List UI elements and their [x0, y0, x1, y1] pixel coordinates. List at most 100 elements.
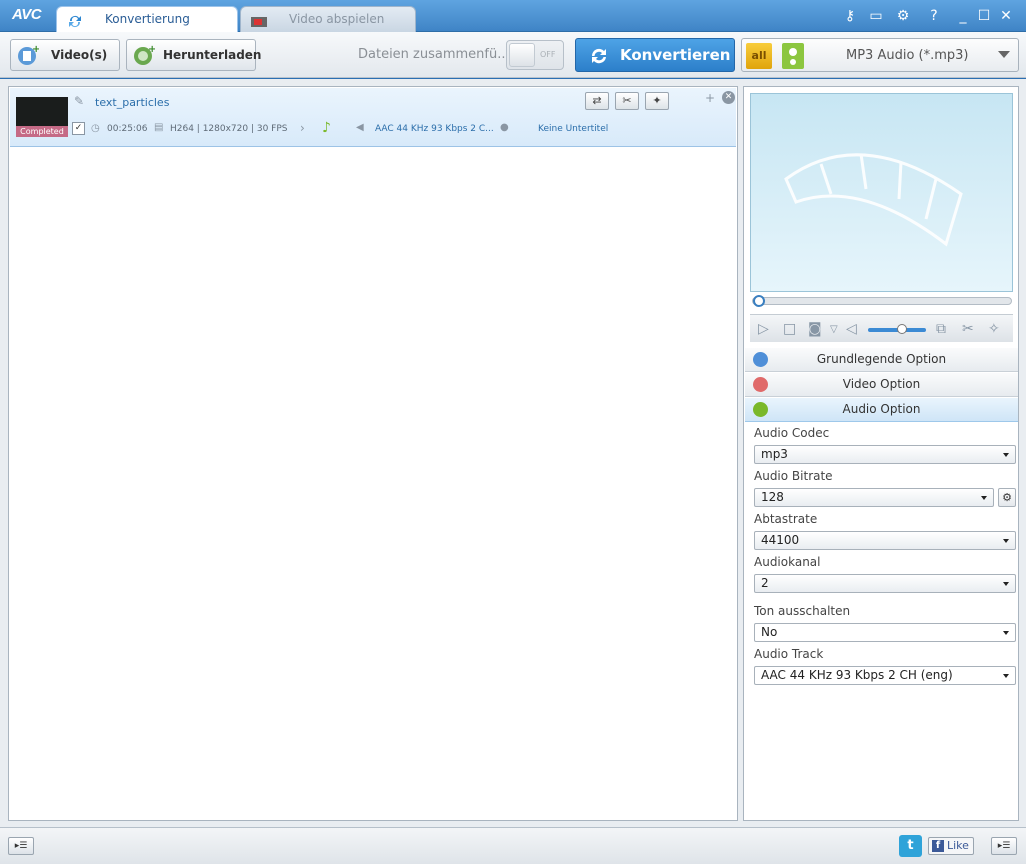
convert-button[interactable]: Konvertieren	[575, 38, 735, 72]
chevron-down-icon	[1003, 582, 1009, 586]
wrench-icon	[753, 352, 768, 367]
tab-label: Video abspielen	[289, 12, 385, 26]
camera-icon[interactable]: ◙	[808, 321, 822, 337]
convert-label: Konvertieren	[620, 46, 731, 64]
like-label: Like	[947, 839, 969, 852]
sample-rate-value: 44100	[761, 533, 800, 547]
audio-bitrate-label: Audio Bitrate	[754, 469, 833, 483]
video-info: H264 | 1280x720 | 30 FPS	[170, 124, 288, 134]
merge-toggle[interactable]: OFF	[506, 40, 564, 70]
film-icon	[753, 377, 768, 392]
audio-option-label: Audio Option	[842, 402, 921, 416]
convert-item-icon[interactable]: ⇄	[585, 92, 609, 110]
convert-tab-icon	[67, 12, 83, 27]
svg-text:+: +	[148, 44, 155, 55]
audio-channel-select[interactable]: 2	[754, 574, 1016, 593]
close-icon[interactable]: ✕	[996, 6, 1016, 26]
toggle-right-panel-icon[interactable]: ▸☰	[991, 837, 1017, 855]
status-bar: ▸☰ t f Like ▸☰	[0, 827, 1026, 864]
audio-codec-label: Audio Codec	[754, 426, 830, 440]
play-icon[interactable]: ▷	[758, 321, 769, 337]
file-name[interactable]: text_particles	[95, 96, 169, 109]
download-label: Herunterladen	[163, 48, 262, 62]
select-checkbox[interactable]: ✓	[72, 122, 85, 135]
chevron-down-icon	[1003, 631, 1009, 635]
remove-item-icon[interactable]: ✕	[722, 91, 735, 104]
audio-codec-select[interactable]: mp3	[754, 445, 1016, 464]
right-panel: ▷ □ ◙ ▽ ◁ ⧉ ✂ ✧ Grundlegende Option Vide…	[743, 86, 1019, 821]
audio-info[interactable]: AAC 44 KHz 93 Kbps 2 C...	[375, 124, 494, 134]
audio-bitrate-value: 128	[761, 490, 784, 504]
mute-select[interactable]: No	[754, 623, 1016, 642]
audio-track-select[interactable]: AAC 44 KHz 93 Kbps 2 CH (eng)	[754, 666, 1016, 685]
mute-label: Ton ausschalten	[754, 604, 851, 618]
film-icon: ▤	[154, 122, 164, 133]
file-item[interactable]: Completed ✎ text_particles ✓ ◷ 00:25:06 …	[10, 88, 736, 147]
add-icon[interactable]: +	[705, 91, 715, 105]
volume-handle[interactable]	[897, 324, 907, 334]
video-option-header[interactable]: Video Option	[745, 373, 1018, 397]
duration: 00:25:06	[107, 124, 148, 134]
magic-wand-icon[interactable]: ✦	[645, 92, 669, 110]
chevron-down-icon	[998, 51, 1010, 58]
tab-label: Konvertierung	[105, 12, 190, 26]
tab-video-abspielen[interactable]: Video abspielen	[240, 6, 416, 32]
chevron-down-icon	[981, 496, 987, 500]
video-thumbnail: Completed	[16, 97, 68, 137]
key-icon[interactable]: ⚷	[840, 6, 860, 26]
sample-rate-label: Abtastrate	[754, 512, 818, 526]
film-strip-icon	[784, 153, 963, 247]
help-icon[interactable]: ?	[924, 6, 944, 26]
settings-gear-icon[interactable]: ⚙	[893, 6, 913, 26]
speaker-icon: ◀	[356, 122, 364, 133]
speaker-icon	[753, 402, 768, 417]
title-bar: AVC Konvertierung Video abspielen ⚷ ▭ ⚙ …	[0, 0, 1026, 32]
file-list: Completed ✎ text_particles ✓ ◷ 00:25:06 …	[8, 86, 738, 821]
scissors-icon[interactable]: ✂	[962, 321, 974, 337]
status-badge: Completed	[16, 126, 68, 137]
maximize-icon[interactable]: ☐	[974, 6, 994, 26]
audio-channel-value: 2	[761, 576, 769, 590]
clock-icon: ◷	[91, 123, 100, 134]
twitter-icon[interactable]: t	[899, 835, 922, 857]
svg-text:+: +	[32, 44, 39, 55]
film-plus-icon: +	[17, 44, 40, 66]
all-formats-icon[interactable]: all	[746, 43, 772, 69]
seek-handle[interactable]	[753, 295, 765, 307]
audio-channel-label: Audiokanal	[754, 555, 821, 569]
devices-icon[interactable]: ▭	[866, 6, 886, 26]
mp3-player-icon	[782, 43, 804, 69]
minimize-icon[interactable]: _	[953, 6, 973, 26]
seek-bar[interactable]	[752, 295, 1012, 307]
scissors-icon[interactable]: ✂	[615, 92, 639, 110]
sample-rate-select[interactable]: 44100	[754, 531, 1016, 550]
format-label: MP3 Audio (*.mp3)	[846, 48, 969, 63]
audio-option-header[interactable]: Audio Option	[745, 398, 1018, 422]
chevron-down-icon	[1003, 453, 1009, 457]
toggle-left-panel-icon[interactable]: ▸☰	[8, 837, 34, 855]
copy-icon[interactable]: ⧉	[936, 321, 946, 337]
tab-konvertierung[interactable]: Konvertierung	[56, 6, 238, 32]
bitrate-settings-icon[interactable]: ⚙	[998, 488, 1016, 507]
basic-option-label: Grundlegende Option	[816, 352, 947, 366]
facebook-like-button[interactable]: f Like	[928, 837, 974, 855]
globe-plus-icon: +	[133, 44, 156, 66]
basic-option-header[interactable]: Grundlegende Option	[745, 348, 1018, 372]
chevron-down-icon	[1003, 539, 1009, 543]
chevron-down-icon[interactable]: ▽	[830, 324, 838, 335]
wand-icon[interactable]: ✧	[988, 321, 1000, 337]
merge-files-label: Dateien zusammenfü...	[358, 47, 510, 62]
volume-icon[interactable]: ◁	[846, 321, 857, 337]
chevron-right-icon: ›	[300, 121, 305, 135]
output-format-select[interactable]: all MP3 Audio (*.mp3)	[741, 38, 1019, 72]
toggle-state: OFF	[540, 50, 556, 59]
player-tab-icon	[251, 12, 267, 27]
facebook-icon: f	[932, 840, 944, 852]
stop-icon[interactable]: □	[783, 321, 796, 337]
subtitle-info[interactable]: Keine Untertitel	[538, 124, 608, 134]
mute-value: No	[761, 625, 778, 639]
audio-bitrate-select[interactable]: 128	[754, 488, 994, 507]
edit-pencil-icon[interactable]: ✎	[74, 94, 84, 108]
download-button[interactable]: + Herunterladen	[126, 39, 261, 71]
add-video-button[interactable]: + Video(s)	[10, 39, 120, 71]
